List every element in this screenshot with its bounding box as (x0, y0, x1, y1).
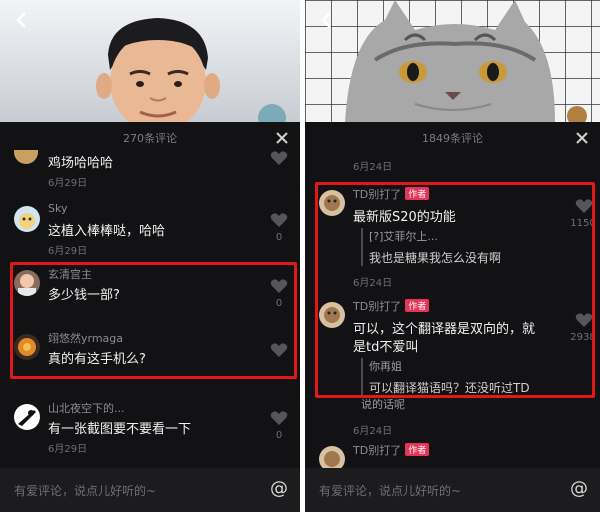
comment-date: 6月24日 (353, 162, 393, 173)
reply-user: 你再姐 (369, 360, 402, 373)
comment-count: 1849条评论 (422, 132, 483, 145)
comments-header: 270条评论 (0, 122, 300, 154)
heart-icon[interactable] (270, 212, 288, 228)
reply-quote: [?]艾菲尔上... 我也是糖果我怎么没有啊 (361, 228, 501, 266)
like-count: 0 (275, 298, 283, 309)
comment-username[interactable]: 玄清宫主 (48, 266, 92, 282)
comment-username[interactable]: TD别打了 作者 (353, 186, 430, 202)
right-screenshot: 1849条评论 6月24日 TD别打了 作者 最新版S20的功能 [?]艾菲尔上.… (305, 0, 600, 512)
reply-user: [?]艾菲尔上... (369, 230, 438, 243)
reply-text: 我也是糖果我怎么没有啊 (369, 251, 502, 265)
heart-icon[interactable] (270, 410, 288, 426)
comment-input[interactable]: 有爱评论，说点儿好听的~ @ (0, 468, 300, 512)
author-name: TD别打了 (353, 444, 402, 457)
comment-date: 6月29日 (48, 444, 88, 455)
author-name: TD别打了 (353, 300, 402, 313)
back-icon[interactable] (317, 10, 337, 30)
comment-username[interactable]: 翊悠然yrmaga (48, 330, 123, 346)
like-count: 0 (275, 430, 283, 441)
heart-icon[interactable] (270, 150, 288, 166)
cat-video-frame (305, 0, 600, 122)
author-badge: 作者 (405, 443, 430, 456)
video-area[interactable] (0, 0, 300, 122)
comment-input-placeholder: 有爱评论，说点儿好听的~ (319, 484, 462, 498)
reply-quote: 你再姐 可以翻译猫语吗？还没听过TD (361, 358, 530, 396)
avatar (14, 404, 40, 430)
back-icon[interactable] (12, 10, 32, 30)
comments-sheet: 270条评论 鸡场哈哈哈 6月29日 Sky 这植入棒棒哒，哈哈 6月29日 0… (0, 122, 300, 512)
avatar (14, 334, 40, 360)
comment-date: 6月29日 (48, 246, 88, 257)
heart-icon[interactable] (575, 198, 593, 214)
comment-username[interactable]: 山北夜空下的... (48, 400, 125, 416)
comment-text: 有一张截图要不要看一下 (48, 422, 192, 437)
comment-date: 6月24日 (353, 426, 393, 437)
video-area[interactable] (305, 0, 600, 122)
author-name: TD别打了 (353, 188, 402, 201)
comment-count: 270条评论 (123, 132, 177, 145)
comment-username[interactable]: TD别打了 作者 (353, 442, 430, 458)
avatar (14, 206, 40, 232)
like-count: 0 (275, 232, 283, 243)
comment-text: 鸡场哈哈哈 (48, 156, 114, 171)
avatar (319, 302, 345, 328)
comment-text: 这植入棒棒哒，哈哈 (48, 224, 166, 239)
author-badge: 作者 (405, 299, 430, 312)
comment-username[interactable]: Sky (48, 202, 67, 215)
avatar (14, 150, 38, 164)
comments-header: 1849条评论 (305, 122, 600, 154)
avatar (14, 270, 40, 296)
comments-sheet: 1849条评论 6月24日 TD别打了 作者 最新版S20的功能 [?]艾菲尔上.… (305, 122, 600, 512)
at-icon[interactable]: @ (270, 478, 288, 499)
comment-text: 真的有这手机么? (48, 352, 146, 367)
reply-tail: 说的话呢 (361, 398, 405, 411)
person-video-frame (0, 0, 300, 122)
comment-text: 多少钱一部? (48, 288, 120, 303)
close-icon[interactable] (574, 130, 590, 146)
avatar (319, 190, 345, 216)
left-screenshot: 270条评论 鸡场哈哈哈 6月29日 Sky 这植入棒棒哒，哈哈 6月29日 0… (0, 0, 300, 512)
heart-icon[interactable] (575, 312, 593, 328)
comment-input[interactable]: 有爱评论，说点儿好听的~ @ (305, 468, 600, 512)
heart-icon[interactable] (270, 342, 288, 358)
author-badge: 作者 (405, 187, 430, 200)
comment-text-line2: 是td不爱叫 (353, 340, 419, 355)
comment-date: 6月24日 (353, 278, 393, 289)
comment-text: 最新版S20的功能 (353, 210, 456, 225)
at-icon[interactable]: @ (570, 478, 588, 499)
heart-icon[interactable] (270, 278, 288, 294)
comment-date: 6月29日 (48, 178, 88, 189)
comment-text-line1: 可以，这个翻译器是双向的，就 (353, 322, 536, 337)
close-icon[interactable] (274, 130, 290, 146)
reply-text: 可以翻译猫语吗？还没听过TD (369, 381, 530, 395)
comment-username[interactable]: TD别打了 作者 (353, 298, 430, 314)
like-count: 1150 (570, 218, 596, 229)
like-count: 2938 (570, 332, 596, 343)
comment-input-placeholder: 有爱评论，说点儿好听的~ (14, 484, 157, 498)
